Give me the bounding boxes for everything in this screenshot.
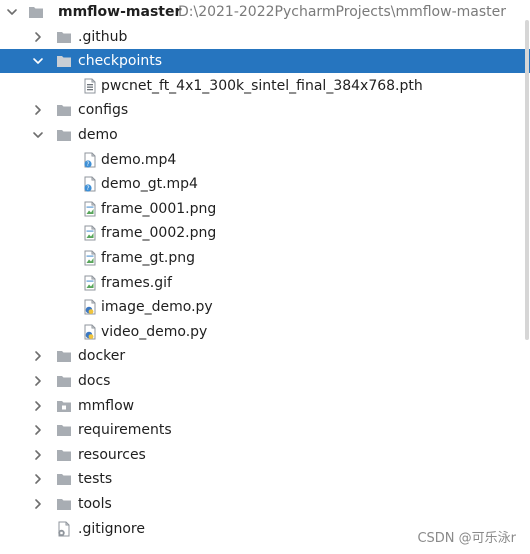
- tree-item-label: frames.gif: [101, 274, 172, 291]
- tree-item-tests[interactable]: tests: [0, 467, 530, 491]
- tree-item-label: video_demo.py: [101, 323, 208, 340]
- tree-item-label: tools: [78, 496, 112, 512]
- unknown-file-icon: ?: [82, 176, 98, 192]
- tree-item-image-demo-py[interactable]: image_demo.py: [0, 295, 530, 319]
- tree-item-frame-gt-png[interactable]: frame_gt.png: [0, 246, 530, 270]
- folder-icon: [56, 447, 72, 463]
- tree-item-resources[interactable]: resources: [0, 443, 530, 467]
- tree-item-label: frame_0002.png: [101, 225, 217, 242]
- tree-item-label: pwcnet_ft_4x1_300k_sintel_final_384x768.…: [101, 77, 423, 94]
- gitignore-file-icon: [56, 521, 72, 537]
- tree-item-frame-0001-png[interactable]: frame_0001.png: [0, 197, 530, 221]
- tree-item-label: mmflow-master: [58, 4, 182, 20]
- tree-item-frames-gif[interactable]: frames.gif: [0, 271, 530, 295]
- tree-item-label: .github: [78, 28, 128, 45]
- folder-icon: [56, 29, 72, 45]
- tree-item-pwcnet-ft-4x1-300k-sintel-final-384x768-pth[interactable]: pwcnet_ft_4x1_300k_sintel_final_384x768.…: [0, 74, 530, 98]
- tree-item-label: mmflow: [78, 397, 135, 414]
- folder-icon: [56, 422, 72, 438]
- chevron-down-icon[interactable]: [32, 55, 44, 67]
- chevron-down-icon[interactable]: [6, 6, 18, 18]
- folder-icon: [56, 53, 72, 69]
- chevron-right-icon[interactable]: [32, 498, 44, 510]
- tree-item-mmflow[interactable]: mmflow: [0, 394, 530, 418]
- tree-item-label: demo: [78, 127, 118, 143]
- chevron-right-icon[interactable]: [32, 31, 44, 43]
- tree-item-label: docker: [78, 348, 126, 365]
- tree-item-label: tests: [78, 471, 113, 488]
- chevron-right-icon[interactable]: [32, 424, 44, 436]
- image-file-icon: [82, 250, 98, 266]
- svg-text:?: ?: [86, 185, 89, 192]
- tree-item-label: frame_0001.png: [101, 200, 217, 217]
- chevron-right-icon[interactable]: [32, 473, 44, 485]
- image-file-icon: [82, 201, 98, 217]
- package-folder-icon: [56, 398, 72, 414]
- tree-item-label: checkpoints: [78, 53, 162, 70]
- scrollbar[interactable]: [524, 20, 530, 340]
- tree-item-mmflow-master[interactable]: mmflow-master D:\2021-2022PycharmProjects…: [0, 0, 530, 24]
- python-file-icon: [82, 324, 98, 340]
- unknown-file-icon: ?: [82, 152, 98, 168]
- tree-item-label: demo_gt.mp4: [101, 176, 198, 193]
- tree-item-video-demo-py[interactable]: video_demo.py: [0, 320, 530, 344]
- tree-item-demo[interactable]: demo: [0, 123, 530, 147]
- folder-icon: [56, 496, 72, 512]
- tree-item-configs[interactable]: configs: [0, 98, 530, 122]
- tree-item-docs[interactable]: docs: [0, 369, 530, 393]
- tree-item-label: configs: [78, 102, 129, 119]
- folder-icon: [56, 102, 72, 118]
- tree-item-label: frame_gt.png: [101, 250, 195, 266]
- chevron-right-icon[interactable]: [32, 375, 44, 387]
- folder-icon: [28, 4, 44, 20]
- watermark-text: CSDN @可乐泳r: [417, 531, 516, 546]
- chevron-down-icon[interactable]: [32, 129, 44, 141]
- image-file-icon: [82, 225, 98, 241]
- tree-item-github[interactable]: .github: [0, 25, 530, 49]
- svg-text:?: ?: [86, 161, 89, 168]
- tree-item-tools[interactable]: tools: [0, 492, 530, 516]
- tree-item-docker[interactable]: docker: [0, 344, 530, 368]
- python-file-icon: [82, 299, 98, 315]
- tree-item-label: resources: [78, 446, 146, 463]
- tree-item-label: requirements: [78, 422, 172, 439]
- tree-item-label: docs: [78, 373, 111, 389]
- tree-item-frame-0002-png[interactable]: frame_0002.png: [0, 221, 530, 245]
- folder-icon: [56, 348, 72, 364]
- tree-item-label: image_demo.py: [101, 299, 213, 316]
- image-file-icon: [82, 275, 98, 291]
- tree-item-demo-gt-mp4[interactable]: ? demo_gt.mp4: [0, 172, 530, 196]
- tree-item-label: .gitignore: [78, 520, 145, 537]
- binary-file-icon: [82, 78, 98, 94]
- folder-icon: [56, 127, 72, 143]
- chevron-right-icon[interactable]: [32, 104, 44, 116]
- project-path: D:\2021-2022PycharmProjects\mmflow-maste…: [178, 4, 506, 20]
- tree-item-requirements[interactable]: requirements: [0, 418, 530, 442]
- chevron-right-icon[interactable]: [32, 449, 44, 461]
- tree-item-checkpoints[interactable]: checkpoints: [0, 49, 530, 74]
- chevron-right-icon[interactable]: [32, 400, 44, 412]
- project-tree[interactable]: mmflow-master D:\2021-2022PycharmProjects…: [0, 0, 530, 554]
- tree-item-label: demo.mp4: [101, 151, 177, 168]
- chevron-right-icon[interactable]: [32, 350, 44, 362]
- folder-icon: [56, 471, 72, 487]
- tree-item-demo-mp4[interactable]: ? demo.mp4: [0, 148, 530, 172]
- folder-icon: [56, 373, 72, 389]
